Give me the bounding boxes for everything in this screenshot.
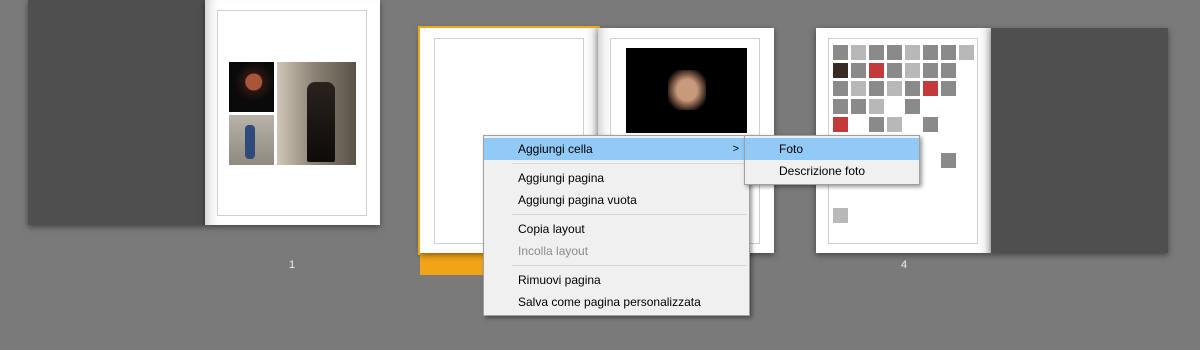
chevron-right-icon: > [732, 143, 739, 155]
menu-item-label: Salva come pagina personalizzata [518, 295, 701, 309]
menu-item-save-custom-page[interactable]: Salva come pagina personalizzata [484, 291, 749, 313]
thumbnail-photo[interactable] [833, 117, 848, 132]
thumbnail-photo[interactable] [887, 45, 902, 60]
menu-item-label: Descrizione foto [779, 164, 866, 178]
thumbnail-photo[interactable] [941, 153, 956, 168]
menu-item-label: Copia layout [518, 222, 585, 236]
menu-item-paste-layout: Incolla layout [484, 240, 749, 262]
thumbnail-photo[interactable] [833, 63, 848, 78]
menu-item-add-page[interactable]: Aggiungi pagina [484, 167, 749, 189]
thumbnail-photo[interactable] [851, 63, 866, 78]
thumbnail-photo[interactable] [887, 117, 902, 132]
thumbnail-photo[interactable] [923, 81, 938, 96]
thumbnail-photo[interactable] [941, 45, 956, 60]
thumbnail-photo[interactable] [923, 63, 938, 78]
thumbnail-photo[interactable] [905, 45, 920, 60]
blank-left-page [28, 0, 205, 225]
page-number-4: 4 [900, 259, 908, 271]
menu-separator [512, 163, 747, 164]
photo-dancer-veil[interactable] [277, 62, 356, 165]
menu-item-label: Aggiungi pagina vuota [518, 193, 637, 207]
submenu-add-cell: Foto Descrizione foto [744, 135, 920, 185]
thumbnail-photo[interactable] [833, 208, 848, 223]
thumbnail-photo[interactable] [941, 63, 956, 78]
thumbnail-photo[interactable] [923, 45, 938, 60]
thumbnail-photo[interactable] [905, 81, 920, 96]
context-menu: Aggiungi cella > Aggiungi pagina Aggiung… [483, 135, 750, 316]
thumbnail-photo[interactable] [869, 81, 884, 96]
thumbnail-photo[interactable] [887, 81, 902, 96]
page-number-1: 1 [288, 259, 296, 271]
thumbnail-photo[interactable] [851, 81, 866, 96]
thumbnail-photo[interactable] [851, 45, 866, 60]
thumbnail-photo[interactable] [905, 99, 920, 114]
thumbnail-photo[interactable] [887, 63, 902, 78]
submenu-item-photo[interactable]: Foto [745, 138, 919, 160]
thumbnail-photo[interactable] [959, 45, 974, 60]
thumbnail-photo[interactable] [869, 99, 884, 114]
menu-item-add-cell[interactable]: Aggiungi cella > [484, 138, 749, 160]
menu-item-copy-layout[interactable]: Copia layout [484, 218, 749, 240]
thumbnail-photo[interactable] [833, 99, 848, 114]
thumbnail-photo[interactable] [869, 45, 884, 60]
menu-separator [512, 265, 747, 266]
page-1[interactable] [205, 0, 380, 225]
thumbnail-photo[interactable] [851, 99, 866, 114]
thumbnail-photo[interactable] [869, 63, 884, 78]
photo-dancer-leap[interactable] [626, 48, 747, 133]
thumbnail-photo[interactable] [923, 117, 938, 132]
menu-item-label: Rimuovi pagina [518, 273, 601, 287]
blank-right-page [991, 28, 1168, 253]
menu-separator [512, 214, 747, 215]
menu-item-label: Foto [779, 142, 804, 156]
photo-dancer-jump-small[interactable] [229, 62, 274, 112]
menu-item-label: Aggiungi cella [518, 142, 593, 156]
menu-item-label: Incolla layout [518, 244, 589, 258]
thumbnail-photo[interactable] [869, 117, 884, 132]
thumbnail-photo[interactable] [905, 63, 920, 78]
thumbnail-photo[interactable] [833, 45, 848, 60]
photo-dancer-blue[interactable] [229, 115, 274, 165]
submenu-item-photo-description[interactable]: Descrizione foto [745, 160, 919, 182]
menu-item-add-blank-page[interactable]: Aggiungi pagina vuota [484, 189, 749, 211]
thumbnail-photo[interactable] [833, 81, 848, 96]
menu-item-label: Aggiungi pagina [518, 171, 605, 185]
thumbnail-photo[interactable] [941, 81, 956, 96]
menu-item-remove-page[interactable]: Rimuovi pagina [484, 269, 749, 291]
